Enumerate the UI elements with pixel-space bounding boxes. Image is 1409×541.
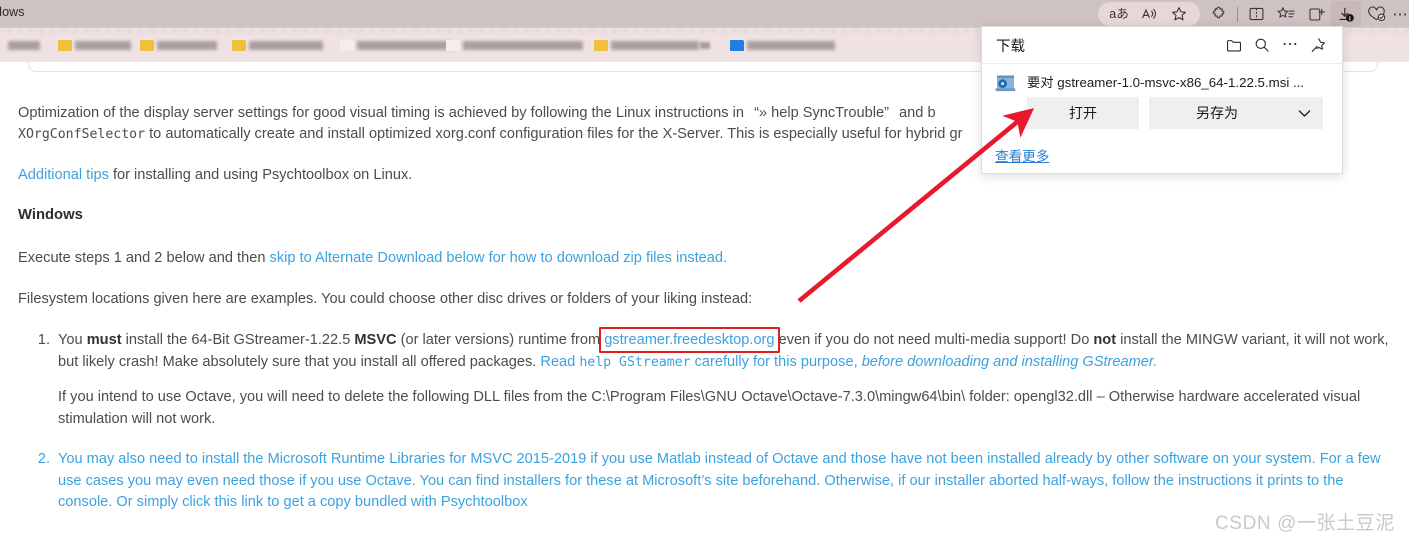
downloads-flyout-panel: 下载 ⋯ 要对 gstreamer-1.0-msvc-x86_64-1.22.5… (981, 26, 1343, 174)
list-item-number: 1. (37, 332, 50, 348)
downloads-more-options-icon[interactable]: ⋯ (1276, 32, 1304, 58)
li1-seg-d: even if you do not need multi-media supp… (778, 332, 1090, 348)
paragraph-xorgconf: XOrgConfSelector to automatically create… (18, 124, 962, 145)
settings-more-icon[interactable]: ⋯ (1391, 1, 1409, 27)
paragraph-execute-steps: Execute steps 1 and 2 below and then ski… (18, 248, 727, 269)
read-help-pre[interactable]: Read (540, 354, 575, 370)
list-item[interactable]: 2. You may also need to install the Micr… (26, 449, 1398, 514)
li1-seg-b: install the 64-Bit GStreamer-1.22.5 (125, 332, 351, 348)
download-item-row[interactable]: 要对 gstreamer-1.0-msvc-x86_64-1.22.5.msi … (982, 64, 1342, 100)
gstreamer-freedesktop-link[interactable]: gstreamer.freedesktop.org (604, 332, 774, 348)
bookmark-item[interactable] (700, 37, 710, 53)
download-action-buttons: 打开 另存为 (1027, 97, 1323, 129)
bookmark-item[interactable] (340, 37, 453, 53)
li1-bold-msvc: MSVC (354, 332, 397, 348)
browser-window: ndows aあ (0, 0, 1409, 541)
see-more-link[interactable]: 查看更多 (995, 145, 1049, 165)
browser-toolbar: aあ i ⋯ (1098, 0, 1409, 28)
paragraph-additional-tips: Additional tips for installing and using… (18, 165, 412, 186)
read-aloud-icon[interactable] (1134, 1, 1164, 27)
toolbar-pill-group: aあ (1098, 2, 1200, 26)
list-item-body: You must install the 64-Bit GStreamer-1.… (58, 330, 1398, 373)
csdn-watermark: CSDN @一张土豆泥 (1214, 513, 1395, 534)
translate-icon[interactable]: aあ (1104, 1, 1134, 27)
bookmark-item[interactable] (140, 37, 217, 53)
section-heading-windows: Windows (18, 207, 83, 223)
linux-para-seg1: Optimization of the display server setti… (18, 105, 744, 121)
pin-downloads-icon[interactable] (1304, 32, 1332, 58)
alternate-download-link[interactable]: skip to Alternate Download below for how… (270, 250, 728, 266)
bookmark-item[interactable] (730, 37, 835, 53)
favorite-star-icon[interactable] (1164, 1, 1194, 27)
xorgconf-para-text: to automatically create and install opti… (149, 126, 963, 142)
additional-tips-link[interactable]: Additional tips (18, 167, 109, 183)
open-button[interactable]: 打开 (1027, 97, 1139, 129)
msi-installer-icon (995, 74, 1017, 93)
linux-para-tail: and b (899, 105, 936, 121)
chevron-down-icon[interactable] (1285, 97, 1323, 129)
instruction-list: 1. You must install the 64-Bit GStreamer… (26, 330, 1398, 514)
add-tab-group-icon[interactable] (1301, 1, 1331, 27)
extensions-puzzle-icon[interactable] (1204, 1, 1234, 27)
folder-icon (730, 39, 744, 51)
li1-bold-not: not (1093, 332, 1117, 348)
bookmark-item[interactable] (594, 37, 699, 53)
bookmark-item[interactable] (446, 37, 583, 53)
tab-title[interactable]: ndows (0, 5, 25, 19)
octave-dll-note: If you intend to use Octave, you will ne… (58, 389, 1361, 427)
list-item-body[interactable]: You may also need to install the Microso… (58, 449, 1398, 514)
folder-icon (340, 39, 354, 51)
open-downloads-folder-icon[interactable] (1220, 32, 1248, 58)
linux-para-quoted: “» help SyncTrouble” (754, 105, 889, 121)
page-scrollbar[interactable] (1399, 124, 1409, 541)
folder-icon (58, 39, 72, 51)
split-screen-icon[interactable] (1241, 1, 1271, 27)
collections-icon[interactable] (1271, 1, 1301, 27)
save-as-button[interactable]: 另存为 (1149, 97, 1285, 129)
li1-seg-a: You (58, 332, 83, 348)
downloads-panel-header: 下载 ⋯ (982, 27, 1342, 64)
search-downloads-icon[interactable] (1248, 32, 1276, 58)
downloads-panel-title: 下载 (996, 38, 1025, 55)
toolbar-divider (1237, 6, 1238, 22)
help-gstreamer-code[interactable]: help GStreamer (579, 355, 690, 370)
additional-tips-rest: for installing and using Psychtoolbox on… (112, 167, 413, 183)
paragraph-linux-timing: Optimization of the display server setti… (18, 103, 936, 124)
bookmark-item[interactable] (232, 37, 323, 53)
folder-icon (446, 39, 460, 51)
folder-icon (594, 39, 608, 51)
before-downloading-italic[interactable]: before downloading and installing GStrea… (862, 354, 1158, 370)
folder-icon (140, 39, 154, 51)
li1-seg-c: (or later versions) runtime from (400, 332, 601, 348)
browser-essentials-icon[interactable] (1361, 1, 1391, 27)
xorgconfselector-code: XOrgConfSelector (18, 127, 146, 142)
folder-icon (232, 39, 246, 51)
read-help-post[interactable]: carefully for this purpose, (695, 354, 858, 370)
paragraph-filesystem-note: Filesystem locations given here are exam… (18, 291, 753, 307)
bookmark-item[interactable] (58, 37, 131, 53)
list-item: 1. You must install the 64-Bit GStreamer… (26, 330, 1398, 430)
browser-tabstrip: ndows aあ (0, 0, 1409, 28)
downloads-icon[interactable]: i (1331, 1, 1361, 27)
li1-bold-must: must (86, 332, 122, 348)
list-item-number: 2. (37, 451, 50, 467)
download-filename: 要对 gstreamer-1.0-msvc-x86_64-1.22.5.msi … (1027, 75, 1305, 90)
bookmark-item[interactable] (8, 37, 40, 53)
execute-steps-pre: Execute steps 1 and 2 below and then (18, 250, 266, 266)
